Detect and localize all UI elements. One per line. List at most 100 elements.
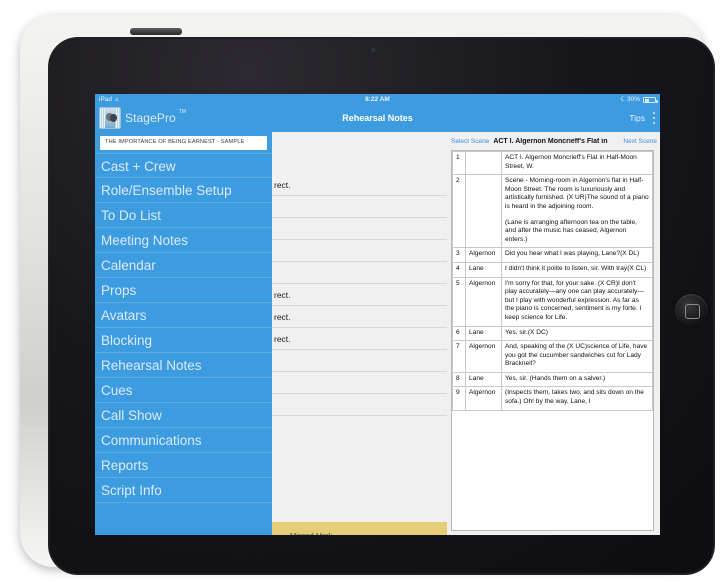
home-button[interactable] xyxy=(675,294,708,327)
sidebar-item-meeting-notes[interactable]: Meeting Notes xyxy=(95,228,272,253)
sidebar-menu: Cast + Crew Role/Ensemble Setup To Do List… xyxy=(95,152,272,503)
sidebar-item-role-ensemble-setup[interactable]: Role/Ensemble Setup xyxy=(95,178,272,203)
sidebar-item-script-info[interactable]: Script Info xyxy=(95,478,272,503)
script-panel: Select Scene ACT I. Algernon Moncrieff's… xyxy=(447,132,660,535)
tablet-device-frame: iPad ▵ 8:22 AM ☇ 30% StagePro TM Rehears… xyxy=(20,15,715,575)
script-row-number: 1 xyxy=(452,151,466,176)
sidebar-item-cues[interactable]: Cues xyxy=(95,378,272,403)
sidebar-item-calendar[interactable]: Calendar xyxy=(95,253,272,278)
sidebar-item-props[interactable]: Props xyxy=(95,278,272,303)
script-row-text: ACT I. Algernon Moncrieff's Flat in Half… xyxy=(501,151,653,176)
script-row-character: Algernon xyxy=(465,340,502,373)
script-row-character: Lane xyxy=(465,261,502,278)
script-row-text: Scene - Morning-room in Algernon's flat … xyxy=(501,174,653,249)
select-scene-button[interactable]: Select Scene xyxy=(451,138,489,145)
scene-selector-bar: Select Scene ACT I. Algernon Moncrieff's… xyxy=(447,134,660,148)
status-bar-time: 8:22 AM xyxy=(365,96,390,103)
script-row-character: Lane xyxy=(465,325,502,342)
script-row-number: 2 xyxy=(452,174,466,249)
sidebar-item-to-do-list[interactable]: To Do List xyxy=(95,203,272,228)
script-row-number: 5 xyxy=(452,276,466,327)
script-row-number: 6 xyxy=(452,325,466,342)
note-row[interactable] xyxy=(272,218,447,240)
script-row[interactable]: 3 Algernon Did you hear what I was playing… xyxy=(452,247,653,263)
bluetooth-icon: ☇ xyxy=(619,96,624,103)
script-table-container[interactable]: 1 ACT I. Algernon Moncrieff's Flat in Hal… xyxy=(451,150,654,531)
script-paragraph: (Inspects them, takes two, and sits down… xyxy=(505,389,644,406)
sidebar-item-call-show[interactable]: Call Show xyxy=(95,403,272,428)
script-row-text: And, speaking of the (X UC)science of Li… xyxy=(501,340,653,373)
script-row-character xyxy=(465,174,502,249)
script-row-number: 3 xyxy=(452,247,466,263)
next-scene-button[interactable]: Next Scene xyxy=(623,138,660,145)
note-row[interactable] xyxy=(272,350,447,372)
sidebar-item-avatars[interactable]: Avatars xyxy=(95,303,272,328)
script-row-text: (Inspects them, takes two, and sits down… xyxy=(501,386,653,411)
script-row[interactable]: 2 Scene - Morning-room in Algernon's flat… xyxy=(452,174,653,249)
script-row[interactable]: 7 Algernon And, speaking of the (X UC)scie… xyxy=(452,340,653,373)
script-row-text: Did you hear what I was playing, Lane?(X… xyxy=(501,247,653,263)
script-row-character: Algernon xyxy=(465,276,502,327)
sidebar-item-rehearsal-notes[interactable]: Rehearsal Notes xyxy=(95,353,272,378)
script-row-character xyxy=(465,151,502,176)
battery-percent-label: 30% xyxy=(626,96,640,103)
note-row[interactable]: rect. xyxy=(272,174,447,196)
script-paragraph: ACT I. Algernon Moncrieff's Flat in Half… xyxy=(505,154,637,170)
tablet-screen: iPad ▵ 8:22 AM ☇ 30% StagePro TM Rehears… xyxy=(95,94,660,535)
script-paragraph: (Lane is arranging afternoon tea on the … xyxy=(505,218,637,243)
script-table: 1 ACT I. Algernon Moncrieff's Flat in Hal… xyxy=(452,151,653,411)
sidebar-item-communications[interactable]: Communications xyxy=(95,428,272,453)
notes-column: rect.rect.rect.rect. Missed Mark Edit No… xyxy=(272,132,447,535)
sidebar-item-reports[interactable]: Reports xyxy=(95,453,272,478)
page-title: Rehearsal Notes xyxy=(342,113,413,123)
script-row-number: 7 xyxy=(452,340,466,373)
script-row[interactable]: 8 Lane Yes, sir. (Hands them on a salver.) xyxy=(452,371,653,388)
note-row[interactable]: rect. xyxy=(272,284,447,306)
tips-button[interactable]: Tips xyxy=(629,113,645,123)
script-row[interactable]: 5 Algernon I'm sorry for that, for your sa… xyxy=(452,276,653,327)
script-row[interactable]: 1 ACT I. Algernon Moncrieff's Flat in Hal… xyxy=(452,151,653,176)
note-row[interactable] xyxy=(272,240,447,262)
note-row[interactable] xyxy=(272,394,447,416)
current-scene-title: ACT I. Algernon Moncrieff's Flat in xyxy=(493,137,608,145)
script-paragraph: I'm sorry for that, for your sake. (X CR… xyxy=(505,279,644,321)
note-row[interactable] xyxy=(272,262,447,284)
missed-mark-card[interactable]: Missed Mark xyxy=(272,522,447,535)
script-row-number: 8 xyxy=(452,371,466,388)
status-bar: iPad ▵ 8:22 AM ☇ 30% xyxy=(95,94,660,106)
sidebar: THE IMPORTANCE OF BEING EARNEST - SAMPLE… xyxy=(95,132,272,535)
script-row-text: I didn't think it polite to listen, sir.… xyxy=(501,261,653,278)
notes-list: rect. rect. rect. rect. xyxy=(272,174,447,416)
battery-icon xyxy=(643,97,658,103)
show-title-banner: THE IMPORTANCE OF BEING EARNEST - SAMPLE xyxy=(100,136,267,150)
script-paragraph: I didn't think it polite to listen, sir.… xyxy=(505,264,647,272)
script-paragraph: Scene - Morning-room in Algernon's flat … xyxy=(505,177,649,210)
script-paragraph: Did you hear what I was playing, Lane?(X… xyxy=(505,250,640,258)
script-row[interactable]: 6 Lane Yes, sir.(X DC) xyxy=(452,325,653,342)
script-row-number: 4 xyxy=(452,261,466,278)
app-nav-bar: StagePro TM Rehearsal Notes Tips xyxy=(95,106,660,132)
script-row[interactable]: 4 Lane I didn't think it polite to listen,… xyxy=(452,261,653,278)
note-row[interactable]: rect. xyxy=(272,328,447,350)
script-row-character: Algernon xyxy=(465,247,502,263)
sidebar-item-cast-crew[interactable]: Cast + Crew xyxy=(95,152,272,178)
note-row[interactable] xyxy=(272,372,447,394)
script-row[interactable]: 9 Algernon (Inspects them, takes two, and … xyxy=(452,386,653,411)
script-paragraph: And, speaking of the (X UC)science of Li… xyxy=(505,343,648,368)
power-button[interactable] xyxy=(130,28,182,35)
script-row-text: Yes, sir. (Hands them on a salver.) xyxy=(501,371,653,388)
nav-bar-actions: Tips xyxy=(629,112,655,124)
front-camera-icon xyxy=(371,48,377,54)
status-bar-right: ☇ 30% xyxy=(619,94,658,106)
sidebar-item-blocking[interactable]: Blocking xyxy=(95,328,272,353)
note-row[interactable]: rect. xyxy=(272,306,447,328)
script-row-character: Lane xyxy=(465,371,502,388)
script-row-character: Algernon xyxy=(465,386,502,411)
script-paragraph: Yes, sir.(X DC) xyxy=(505,328,548,336)
script-row-number: 9 xyxy=(452,386,466,411)
missed-mark-label: Missed Mark xyxy=(290,531,333,535)
script-paragraph: Yes, sir. (Hands them on a salver.) xyxy=(505,374,606,382)
script-row-text: I'm sorry for that, for your sake. (X CR… xyxy=(501,276,653,327)
note-row[interactable] xyxy=(272,196,447,218)
overflow-menu-icon[interactable] xyxy=(652,112,655,124)
